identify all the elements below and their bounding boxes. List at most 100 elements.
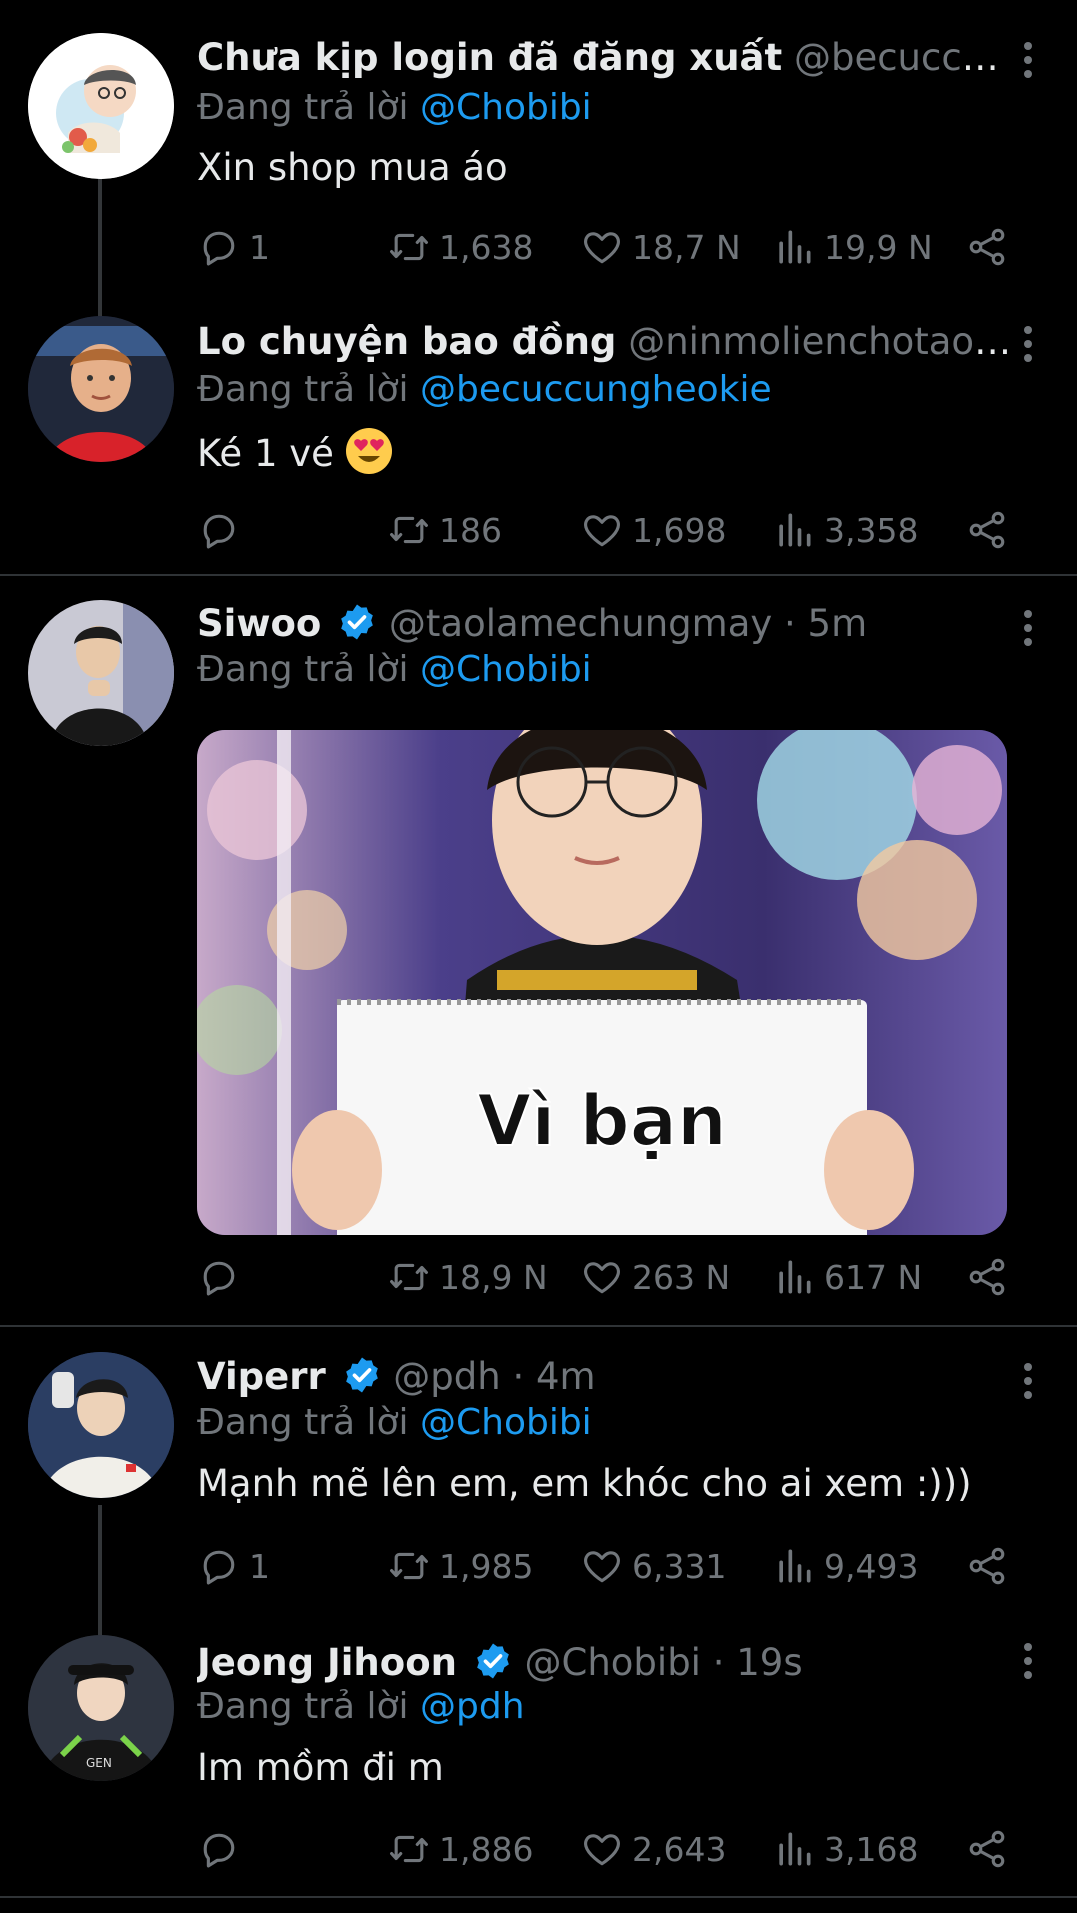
reply-button[interactable] xyxy=(197,1824,249,1874)
like-count: 2,643 xyxy=(632,1829,727,1869)
share-button[interactable] xyxy=(965,222,1017,272)
tweet-header: Chưa kịp login đã đăng xuất @becuccungh… xyxy=(197,36,1017,80)
more-icon[interactable] xyxy=(1021,42,1035,78)
tweet-3[interactable]: Siwoo @taolamechungmay · 5m Đang trả lời… xyxy=(0,576,1077,1326)
retweet-count: 186 xyxy=(439,510,502,550)
retweet-icon xyxy=(387,508,431,552)
reply-button[interactable]: 1 xyxy=(197,222,270,272)
share-button[interactable] xyxy=(965,1824,1017,1874)
reply-prefix: Đang trả lời xyxy=(197,1402,409,1443)
avatar[interactable] xyxy=(28,1352,174,1498)
more-icon[interactable] xyxy=(1021,326,1035,362)
retweet-icon xyxy=(387,1255,431,1299)
views-icon xyxy=(772,508,816,552)
reply-button[interactable] xyxy=(197,505,249,555)
retweet-button[interactable]: 1,985 xyxy=(387,1541,533,1591)
views-icon xyxy=(772,1255,816,1299)
user-handle[interactable]: @pdh · 4m xyxy=(393,1355,595,1398)
action-bar: 1 1,638 18,7 N 19,9 N xyxy=(197,222,1017,272)
retweet-count: 18,9 N xyxy=(439,1257,548,1297)
more-icon[interactable] xyxy=(1021,1643,1035,1679)
views-icon xyxy=(772,225,816,269)
divider xyxy=(0,1896,1077,1898)
user-handle[interactable]: @becuccungh… xyxy=(794,36,1017,79)
reply-context: Đang trả lời @becuccungheokie xyxy=(197,368,772,412)
tweet-media-image[interactable]: Vì bạn xyxy=(197,730,1007,1235)
like-button[interactable]: 263 N xyxy=(580,1252,730,1302)
reply-mention-link[interactable]: @Chobibi xyxy=(420,1402,592,1443)
share-button[interactable] xyxy=(965,1252,1017,1302)
reply-count: 1 xyxy=(249,227,270,267)
thread-line xyxy=(98,178,102,318)
more-icon[interactable] xyxy=(1021,1363,1035,1399)
tweet-1[interactable]: Chưa kịp login đã đăng xuất @becuccungh…… xyxy=(0,0,1077,318)
views-button[interactable]: 3,168 xyxy=(772,1824,918,1874)
tweet-2[interactable]: Lo chuyện bao đồng @ninmolienchotao · 5m… xyxy=(0,300,1077,575)
reply-button[interactable] xyxy=(197,1252,249,1302)
like-button[interactable]: 6,331 xyxy=(580,1541,726,1591)
reply-mention-link[interactable]: @becuccungheokie xyxy=(420,369,772,410)
display-name[interactable]: Viperr xyxy=(197,1355,326,1398)
reply-mention-link[interactable]: @Chobibi xyxy=(420,649,592,690)
reply-context: Đang trả lời @Chobibi xyxy=(197,1401,592,1445)
display-name[interactable]: Lo chuyện bao đồng xyxy=(197,320,616,363)
tweet-header: Jeong Jihoon @Chobibi · 19s xyxy=(197,1641,1017,1685)
reply-mention-link[interactable]: @pdh xyxy=(420,1686,525,1727)
share-button[interactable] xyxy=(965,505,1017,555)
like-icon xyxy=(580,1544,624,1588)
retweet-button[interactable]: 1,638 xyxy=(387,222,533,272)
like-button[interactable]: 1,698 xyxy=(580,505,726,555)
heart-eyes-emoji-icon xyxy=(345,428,392,474)
tweet-header: Siwoo @taolamechungmay · 5m xyxy=(197,602,1017,646)
retweet-button[interactable]: 18,9 N xyxy=(387,1252,548,1302)
avatar[interactable] xyxy=(28,316,174,462)
tweet-text: Mạnh mẽ lên em, em khóc cho ai xem :))) xyxy=(197,1462,972,1505)
views-button[interactable]: 617 N xyxy=(772,1252,922,1302)
display-name[interactable]: Chưa kịp login đã đăng xuất xyxy=(197,36,782,79)
like-icon xyxy=(580,508,624,552)
share-icon xyxy=(965,225,1009,269)
views-count: 3,358 xyxy=(824,510,919,550)
share-button[interactable] xyxy=(965,1541,1017,1591)
tweet-header: Lo chuyện bao đồng @ninmolienchotao · 5m xyxy=(197,320,1017,364)
share-icon xyxy=(965,1255,1009,1299)
user-handle[interactable]: @Chobibi · 19s xyxy=(525,1641,803,1684)
more-icon[interactable] xyxy=(1021,610,1035,646)
views-icon xyxy=(772,1544,816,1588)
svg-text:GEN: GEN xyxy=(86,1756,112,1770)
user-handle[interactable]: @ninmolienchotao · 5m xyxy=(628,320,1017,363)
display-name[interactable]: Jeong Jihoon xyxy=(197,1641,457,1684)
retweet-icon xyxy=(387,1827,431,1871)
display-name[interactable]: Siwoo xyxy=(197,602,321,645)
avatar[interactable] xyxy=(28,33,174,179)
retweet-icon xyxy=(387,225,431,269)
views-button[interactable]: 9,493 xyxy=(772,1541,918,1591)
reply-button[interactable]: 1 xyxy=(197,1541,270,1591)
reply-prefix: Đang trả lời xyxy=(197,649,409,690)
like-count: 1,698 xyxy=(632,510,727,550)
reply-icon xyxy=(197,1255,241,1299)
retweet-button[interactable]: 1,886 xyxy=(387,1824,533,1874)
like-button[interactable]: 2,643 xyxy=(580,1824,726,1874)
user-handle[interactable]: @taolamechungmay · 5m xyxy=(389,602,867,645)
tweet-text: Ké 1 vé xyxy=(197,428,392,477)
views-button[interactable]: 19,9 N xyxy=(772,222,933,272)
action-bar: 1 1,985 6,331 9,493 xyxy=(197,1541,1017,1591)
reply-mention-link[interactable]: @Chobibi xyxy=(420,87,592,128)
reply-icon xyxy=(197,1544,241,1588)
views-icon xyxy=(772,1827,816,1871)
tweet-4[interactable]: Viperr @pdh · 4m Đang trả lời @Chobibi M… xyxy=(0,1327,1077,1645)
thread-line xyxy=(98,1505,102,1645)
avatar[interactable]: GEN xyxy=(28,1635,174,1781)
views-button[interactable]: 3,358 xyxy=(772,505,918,555)
retweet-button[interactable]: 186 xyxy=(387,505,502,555)
tweet-5[interactable]: GEN Jeong Jihoon @Chobibi · 19s Đang trả… xyxy=(0,1627,1077,1897)
views-count: 617 N xyxy=(824,1257,923,1297)
verified-icon xyxy=(342,1355,382,1395)
reply-count: 1 xyxy=(249,1546,270,1586)
views-count: 3,168 xyxy=(824,1829,919,1869)
retweet-count: 1,886 xyxy=(439,1829,534,1869)
action-bar: 1,886 2,643 3,168 xyxy=(197,1824,1017,1874)
like-button[interactable]: 18,7 N xyxy=(580,222,741,272)
avatar[interactable] xyxy=(28,600,174,746)
